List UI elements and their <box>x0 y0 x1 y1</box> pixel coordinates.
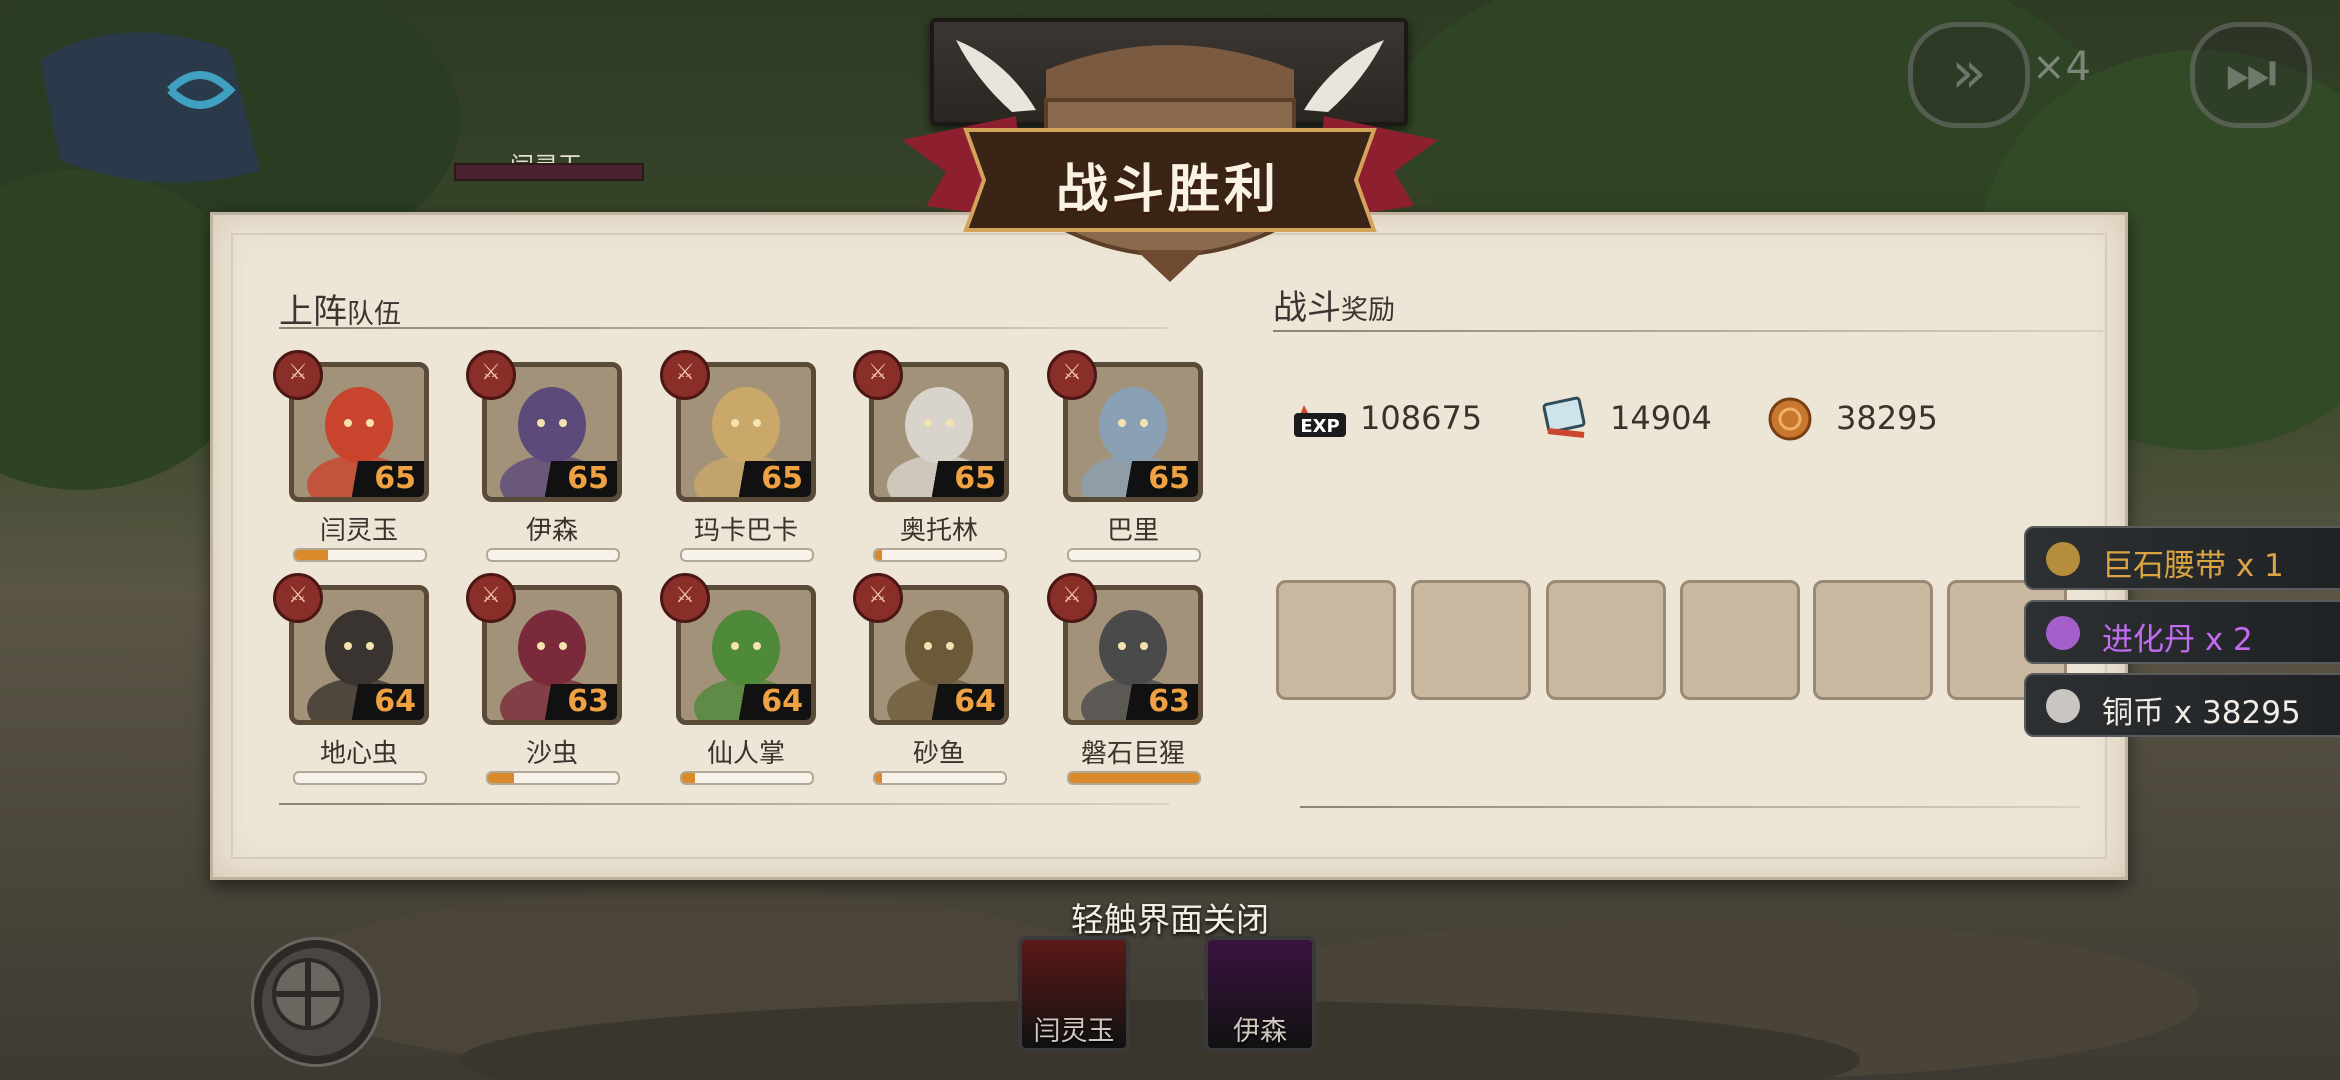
skip-icon: ⏭ <box>2224 38 2278 106</box>
hero-name: 玛卡巴卡 <box>693 516 798 546</box>
svg-text:EXP: EXP <box>1300 416 1339 437</box>
hero-name: 仙人掌 <box>706 739 785 769</box>
ally-name: 伊森 <box>1233 1016 1287 1047</box>
hero-level: 63 <box>1114 684 1198 720</box>
hero-name: 巴里 <box>1106 516 1159 546</box>
ally-card[interactable]: 伊森 <box>1204 936 1316 1052</box>
hero-xp-fill <box>682 773 695 783</box>
skip-button[interactable]: ⏭ <box>2190 22 2312 128</box>
tap-to-close-hint[interactable]: 轻触界面关闭 <box>960 893 1380 941</box>
hero-xp-fill <box>295 550 328 560</box>
evolution-pill-icon <box>2046 616 2080 650</box>
hero-level: 64 <box>340 684 424 720</box>
sword-class-icon: ⚔ <box>273 350 323 400</box>
drop-label: 巨石腰带 x 1 <box>2102 548 2284 584</box>
rewards-bottom-divider <box>1300 806 2080 808</box>
hero-name: 伊森 <box>525 516 578 546</box>
team-title-big: 上阵 <box>279 292 347 332</box>
hero-xp-bar <box>293 771 427 785</box>
joystick-button[interactable] <box>254 940 378 1064</box>
reward-slot[interactable] <box>1813 580 1933 700</box>
drop-notification: 进化丹 x 2 <box>2024 600 2340 664</box>
reward-slot[interactable] <box>1680 580 1800 700</box>
rewards-title-big: 战斗 <box>1273 288 1341 328</box>
hero-level: 65 <box>1114 461 1198 497</box>
team-divider <box>279 327 1169 329</box>
hero-xp-fill <box>488 773 514 783</box>
speed-multiplier: ×4 <box>2032 44 2091 90</box>
drop-notification: 铜币 x 38295 <box>2024 673 2340 737</box>
exp-value: 108675 <box>1360 399 1483 437</box>
crossed-swords-icon: ⚔ <box>466 573 516 623</box>
hero-xp-bar <box>873 548 1007 562</box>
crossed-swords-icon: ⚔ <box>273 573 323 623</box>
coin-value: 38295 <box>1836 399 1938 437</box>
victory-title: 战斗胜利 <box>1055 160 1280 220</box>
hero-xp-bar <box>486 771 620 785</box>
hero-xp-fill <box>875 773 882 783</box>
team-bottom-divider <box>279 803 1169 805</box>
gem-value: 14904 <box>1610 399 1712 437</box>
hero-xp-bar <box>486 548 620 562</box>
hero-level: 64 <box>727 684 811 720</box>
crossed-swords-icon: ⚔ <box>660 573 710 623</box>
reward-slot[interactable] <box>1276 580 1396 700</box>
sword-class-icon: ⚔ <box>466 350 516 400</box>
hero-xp-bar <box>873 771 1007 785</box>
hero-level: 64 <box>920 684 1004 720</box>
drop-label: 进化丹 x 2 <box>2102 622 2253 658</box>
ally-card[interactable]: 闫灵玉 <box>1018 936 1130 1052</box>
fast-forward-button[interactable]: » <box>1908 22 2030 128</box>
hero-xp-bar <box>680 548 814 562</box>
hero-name: 磐石巨猩 <box>1080 739 1185 769</box>
axe-class-icon: ⚔ <box>1047 350 1097 400</box>
staff-class-icon: ⚔ <box>660 350 710 400</box>
rewards-title-small: 奖励 <box>1341 295 1395 326</box>
hero-level: 65 <box>340 461 424 497</box>
gem-card-icon <box>1542 396 1586 438</box>
hero-xp-bar <box>293 548 427 562</box>
hero-level: 65 <box>533 461 617 497</box>
drop-notification: 巨石腰带 x 1 <box>2024 526 2340 590</box>
hero-xp-bar <box>1067 548 1201 562</box>
hero-name: 地心虫 <box>319 739 398 769</box>
unit-health-bar <box>454 163 644 181</box>
hero-name: 闫灵玉 <box>319 516 398 546</box>
crosshair-icon <box>272 958 344 1030</box>
reward-slot[interactable] <box>1411 580 1531 700</box>
hero-level: 65 <box>727 461 811 497</box>
hero-xp-fill <box>875 550 882 560</box>
boulder-belt-icon <box>2046 542 2080 576</box>
copper-coin-icon <box>2046 689 2080 723</box>
hero-xp-bar <box>680 771 814 785</box>
hero-name: 沙虫 <box>525 739 578 769</box>
fast-forward-icon: » <box>1951 38 1987 106</box>
axe-class-icon: ⚔ <box>853 350 903 400</box>
drop-label: 铜币 x 38295 <box>2102 695 2301 731</box>
exp-icon: EXP <box>1294 405 1346 437</box>
hero-level: 65 <box>920 461 1004 497</box>
reward-slot[interactable] <box>1546 580 1666 700</box>
copper-coin-icon <box>1768 397 1812 441</box>
crossed-swords-icon: ⚔ <box>1047 573 1097 623</box>
hero-level: 63 <box>533 684 617 720</box>
hero-xp-bar <box>1067 771 1201 785</box>
hero-name: 砂鱼 <box>912 739 965 769</box>
team-title-small: 队伍 <box>347 299 401 330</box>
rewards-section-title: 战斗奖励 <box>1273 280 1395 329</box>
team-section-title: 上阵队伍 <box>279 284 401 333</box>
rewards-divider <box>1273 330 2103 332</box>
ally-name: 闫灵玉 <box>1033 1016 1115 1047</box>
hero-name: 奥托林 <box>899 516 978 546</box>
hero-xp-fill <box>1069 773 1199 783</box>
crossed-swords-icon: ⚔ <box>853 573 903 623</box>
